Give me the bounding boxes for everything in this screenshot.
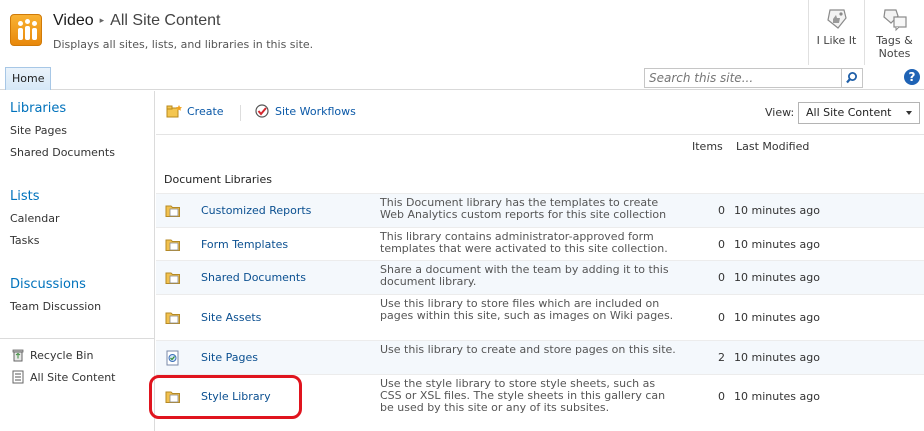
search-input[interactable] <box>645 69 841 87</box>
library-description: This Document library has the templates … <box>380 196 667 221</box>
library-last-modified: 10 minutes ago <box>734 311 820 324</box>
recycle-bin-link[interactable]: Recycle Bin <box>30 349 93 362</box>
library-last-modified: 10 minutes ago <box>734 204 820 217</box>
page-title: All Site Content <box>110 12 221 29</box>
wiki-page-library-icon <box>166 350 179 366</box>
create-icon <box>166 105 182 118</box>
library-last-modified: 10 minutes ago <box>734 351 820 364</box>
tab-home[interactable]: Home <box>5 67 52 90</box>
create-button[interactable]: Create <box>166 105 224 119</box>
library-link-customized-reports[interactable]: Customized Reports <box>201 204 311 217</box>
site-workflows-label: Site Workflows <box>275 105 356 118</box>
thumbs-up-tag-icon <box>826 9 847 29</box>
search-icon <box>846 72 857 84</box>
view-selector-value: All Site Content <box>806 106 892 119</box>
library-link-site-pages[interactable]: Site Pages <box>201 351 258 364</box>
tags-notes-label-line1: Tags & <box>876 34 913 47</box>
tags-notes-icon <box>882 9 907 32</box>
library-description: Use this library to create and store pag… <box>380 343 676 356</box>
library-item-count: 0 <box>718 311 725 324</box>
recycle-bin-icon <box>12 349 24 362</box>
toolbar-divider <box>240 105 241 121</box>
table-row: Customized Reports This Document library… <box>156 193 924 227</box>
tags-notes-label-line2: Notes <box>878 47 911 60</box>
ql-heading-discussions[interactable]: Discussions <box>10 277 86 292</box>
library-item-count: 2 <box>718 351 725 364</box>
library-item-count: 0 <box>718 238 725 251</box>
document-library-icon <box>165 312 180 324</box>
document-library-icon <box>165 239 180 251</box>
ql-heading-lists[interactable]: Lists <box>10 189 40 204</box>
ql-item-team-discussion[interactable]: Team Discussion <box>10 300 101 313</box>
library-last-modified: 10 minutes ago <box>734 390 820 403</box>
site-workflows-icon <box>255 104 269 118</box>
page-description: Displays all sites, lists, and libraries… <box>53 38 314 51</box>
all-site-content-icon <box>12 370 24 384</box>
ql-item-shared-documents[interactable]: Shared Documents <box>10 146 115 159</box>
breadcrumb-separator-icon: ▸ <box>99 15 105 25</box>
library-item-count: 0 <box>718 271 725 284</box>
site-workflows-button[interactable]: Site Workflows <box>254 104 356 119</box>
section-title-document-libraries: Document Libraries <box>164 173 272 186</box>
ql-item-site-pages[interactable]: Site Pages <box>10 124 67 137</box>
ql-heading-libraries[interactable]: Libraries <box>10 101 66 116</box>
chevron-down-icon <box>906 111 912 115</box>
library-description: Use this library to store files which ar… <box>380 297 674 322</box>
breadcrumb: Video ▸ All Site Content <box>53 12 220 30</box>
breadcrumb-site-link[interactable]: Video <box>53 12 94 29</box>
site-logo-icon[interactable] <box>10 14 42 46</box>
library-link-shared-documents[interactable]: Shared Documents <box>201 271 306 284</box>
library-last-modified: 10 minutes ago <box>734 271 820 284</box>
quick-launch-divider <box>0 338 154 339</box>
library-item-count: 0 <box>718 390 725 403</box>
table-row: Shared Documents Share a document with t… <box>156 260 924 294</box>
library-item-count: 0 <box>718 204 725 217</box>
library-link-style-library[interactable]: Style Library <box>201 390 271 403</box>
create-label: Create <box>187 105 224 118</box>
table-row: Site Pages Use this library to create an… <box>156 340 924 374</box>
library-list: Customized Reports This Document library… <box>156 193 924 420</box>
search-button[interactable] <box>842 68 863 88</box>
library-description: This library contains administrator-appr… <box>380 230 668 255</box>
top-nav-bar: Home ? <box>0 65 924 90</box>
ql-item-tasks[interactable]: Tasks <box>10 234 39 247</box>
library-link-site-assets[interactable]: Site Assets <box>201 311 261 324</box>
library-description: Use the style library to store style she… <box>380 377 666 414</box>
table-row: Site Assets Use this library to store fi… <box>156 294 924 340</box>
library-last-modified: 10 minutes ago <box>734 238 820 251</box>
document-library-icon <box>165 391 180 403</box>
title-area: Video ▸ All Site Content Displays all site… <box>0 0 924 65</box>
ql-item-calendar[interactable]: Calendar <box>10 212 59 225</box>
i-like-it-label: I Like It <box>816 34 857 47</box>
view-selector[interactable]: All Site Content <box>798 102 920 124</box>
table-row: Style Library Use the style library to s… <box>156 374 924 420</box>
tags-notes-button[interactable]: Tags & Notes <box>864 0 924 65</box>
view-label: View: <box>765 106 795 119</box>
column-header-last-modified[interactable]: Last Modified <box>736 140 809 153</box>
quick-launch: Libraries Site Pages Shared Documents Li… <box>0 91 155 431</box>
content-toolbar: Create Site Workflows View: All Site Con… <box>156 91 924 135</box>
table-row: Form Templates This library contains adm… <box>156 227 924 260</box>
help-icon[interactable]: ? <box>904 69 920 85</box>
document-library-icon <box>165 205 180 217</box>
library-description: Share a document with the team by adding… <box>380 263 669 288</box>
column-header-items[interactable]: Items <box>692 140 723 153</box>
i-like-it-button[interactable]: I Like It <box>808 0 864 65</box>
search-box <box>644 68 842 88</box>
all-site-content-link[interactable]: All Site Content <box>30 371 116 384</box>
library-link-form-templates[interactable]: Form Templates <box>201 238 288 251</box>
document-library-icon <box>165 272 180 284</box>
